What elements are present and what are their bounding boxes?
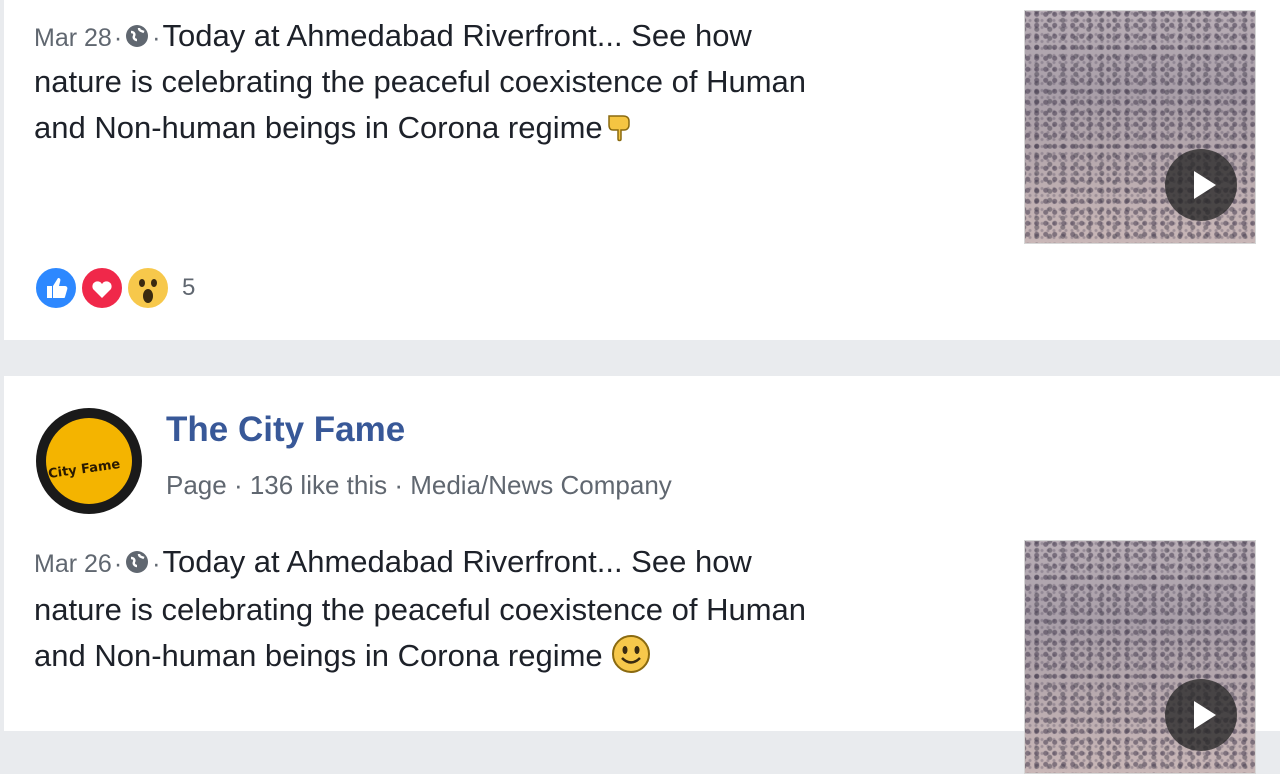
like-reaction-icon — [34, 266, 78, 310]
globe-icon — [126, 25, 149, 47]
post-text-line-3: and Non-human beings in Corona regime — [34, 104, 637, 152]
page-avatar[interactable]: City Fame — [36, 408, 142, 514]
page-name-link[interactable]: The City Fame — [166, 410, 405, 450]
post-text-line-1: Today at Ahmedabad Riverfront... See how — [162, 18, 752, 53]
reaction-count[interactable]: 5 — [182, 274, 195, 302]
pointing-down-emoji-icon — [607, 115, 630, 142]
post-text-line-2: nature is celebrating the peaceful coexi… — [34, 592, 807, 627]
play-icon[interactable] — [1165, 679, 1237, 751]
play-icon[interactable] — [1165, 149, 1237, 221]
post-text-line-1: Today at Ahmedabad Riverfront... See how — [162, 544, 752, 579]
post-text-line-3: and Non-human beings in Corona regime — [34, 632, 651, 680]
smiling-face-emoji-icon — [611, 635, 650, 673]
post-date[interactable]: Mar 26 — [34, 550, 112, 578]
video-thumbnail[interactable] — [1024, 10, 1256, 244]
post-meta-line: Mar 26· ·Today at Ahmedabad Riverfront...… — [34, 544, 752, 579]
post-date[interactable]: Mar 28 — [34, 24, 112, 52]
post-meta-line: Mar 28· ·Today at Ahmedabad Riverfront...… — [34, 18, 752, 53]
page-meta: Page · 136 like this · Media/News Compan… — [166, 470, 672, 500]
wow-reaction-icon — [126, 266, 170, 310]
avatar-logo-text: City Fame — [47, 457, 122, 482]
love-reaction-icon — [80, 266, 124, 310]
video-thumbnail[interactable] — [1024, 540, 1256, 774]
globe-icon — [126, 551, 149, 573]
post-text-line-2: nature is celebrating the peaceful coexi… — [34, 64, 807, 99]
